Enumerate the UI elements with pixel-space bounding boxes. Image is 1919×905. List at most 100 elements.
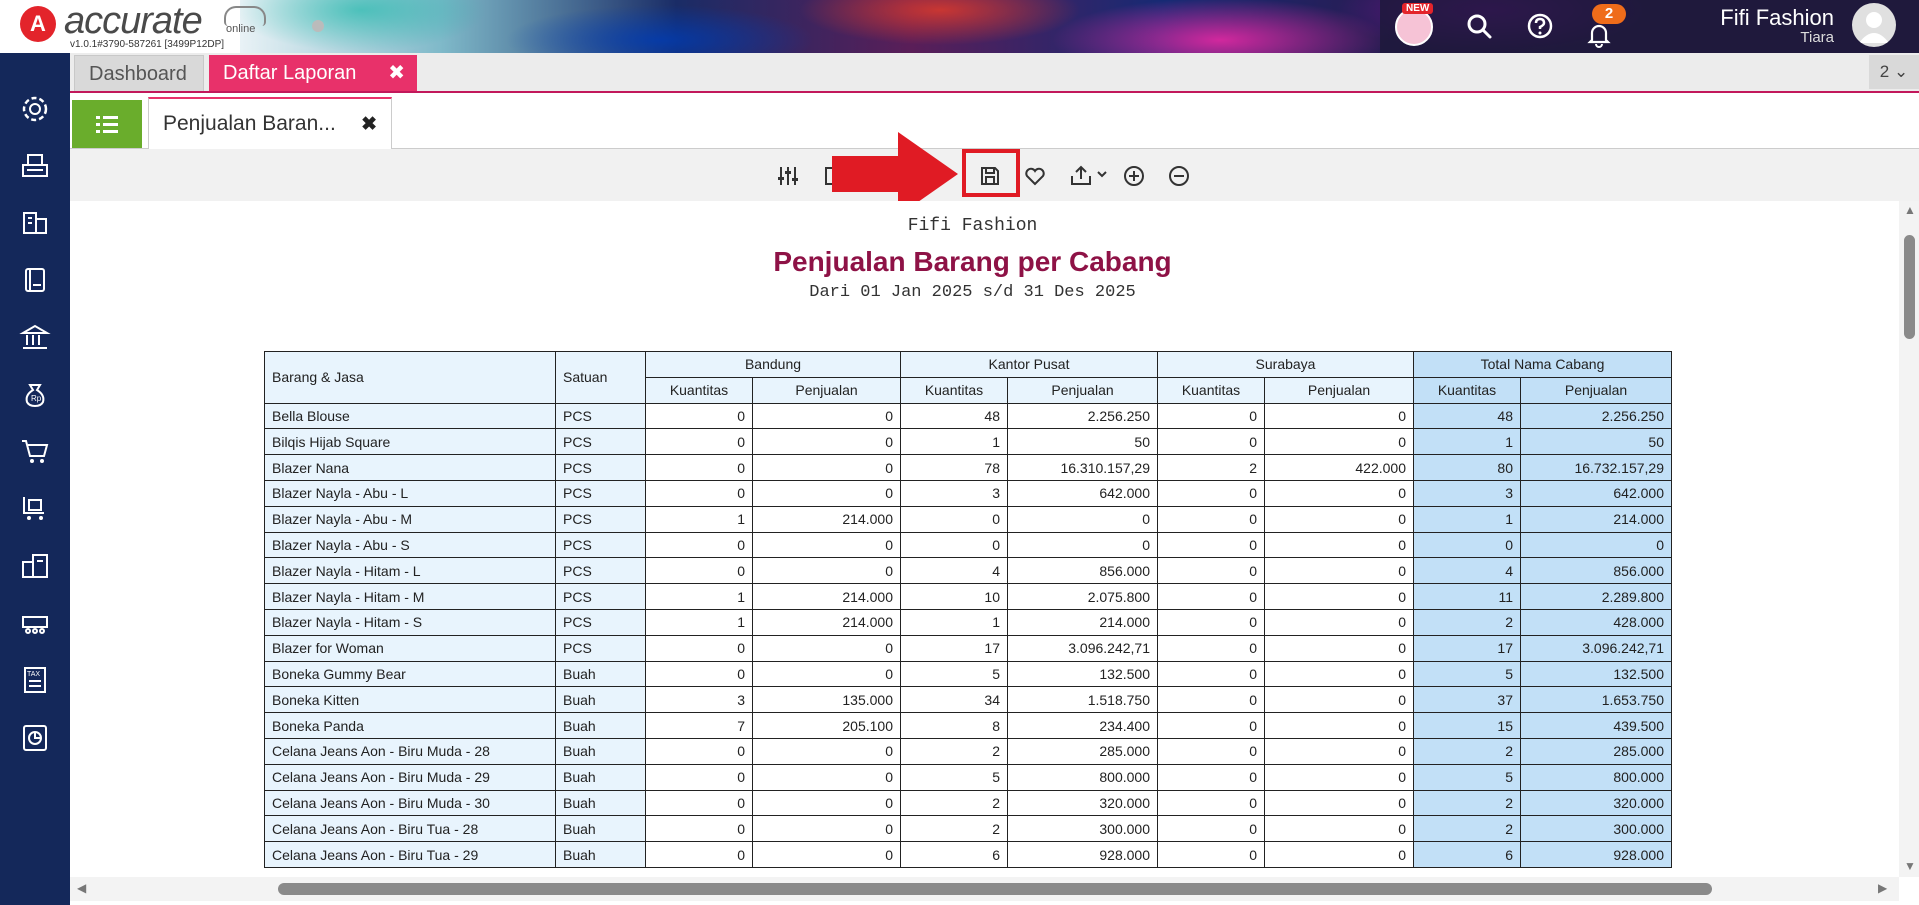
cell-total-qty: 5 — [1413, 660, 1521, 688]
tab-penjualan-barang[interactable]: Penjualan Baran... ✖ — [148, 97, 392, 149]
cell-unit: Buah — [555, 712, 646, 739]
report-company: Fifi Fashion — [907, 216, 1038, 236]
cell-total-qty: 2 — [1413, 789, 1521, 817]
tax-document-icon[interactable]: TAX — [16, 661, 54, 699]
cell-unit: Buah — [555, 660, 646, 688]
accurate-logo-icon[interactable]: A — [20, 6, 56, 42]
close-subtab-icon[interactable]: ✖ — [361, 113, 377, 136]
manufacturing-icon[interactable] — [16, 604, 54, 642]
company-name[interactable]: Fifi Fashion — [1720, 5, 1834, 31]
cell-qty: 0 — [1157, 737, 1265, 765]
report-list-button[interactable] — [72, 100, 142, 148]
table-row[interactable]: Celana Jeans Aon - Biru Muda - 29 Buah 0 0 5… — [264, 763, 1672, 791]
notification-bell-icon[interactable] — [1586, 22, 1612, 53]
tab-dashboard[interactable]: Dashboard — [74, 55, 204, 91]
logo-text: accurate — [64, 0, 203, 42]
table-row[interactable]: Blazer Nana PCS 0 0 78 16.310.157,29 2 422.000 8… — [264, 454, 1672, 481]
help-icon[interactable] — [1526, 12, 1554, 45]
cell-sales: 0 — [1264, 402, 1414, 430]
cell-unit: Buah — [555, 737, 646, 765]
cell-sales: 0 — [1264, 583, 1414, 610]
reports-chart-icon[interactable] — [16, 719, 54, 757]
user-avatar[interactable] — [1852, 3, 1896, 47]
column-header-branch[interactable]: Surabaya — [1157, 351, 1414, 378]
svg-text:TAX: TAX — [27, 671, 40, 678]
export-dropdown-icon[interactable] — [1068, 162, 1112, 190]
status-dot — [312, 20, 324, 32]
table-row[interactable]: Celana Jeans Aon - Biru Tua - 28 Buah 0 0 2 3… — [264, 815, 1672, 843]
cashier-icon[interactable] — [16, 146, 54, 184]
cell-unit: PCS — [555, 505, 646, 533]
cell-qty: 0 — [645, 634, 753, 662]
table-row[interactable]: Bilqis Hijab Square PCS 0 0 1 50 0 0 1 50 — [264, 428, 1672, 456]
table-row[interactable]: Boneka Kitten Buah 3 135.000 34 1.518.750 0 0 37… — [264, 686, 1672, 714]
table-row[interactable]: Blazer for Woman PCS 0 0 17 3.096.242,71 0 0 17 3… — [264, 634, 1672, 662]
cell-sales: 0 — [1007, 505, 1158, 533]
cell-qty: 0 — [1157, 583, 1265, 610]
ledger-book-icon[interactable] — [16, 261, 54, 299]
horizontal-scrollbar[interactable]: ◀ ▶ — [70, 877, 1899, 901]
zoom-in-icon[interactable] — [1120, 162, 1148, 190]
cell-total-sales: 132.500 — [1520, 660, 1672, 688]
table-row[interactable]: Blazer Nayla - Abu - L PCS 0 0 3 642.000 0 0 3 64… — [264, 479, 1672, 507]
table-row[interactable]: Celana Jeans Aon - Biru Muda - 28 Buah 0 0 2… — [264, 737, 1672, 765]
company-building-icon[interactable] — [16, 203, 54, 241]
cell-qty: 0 — [645, 479, 753, 507]
open-tabs-count-dropdown[interactable]: 2 ⌄ — [1869, 55, 1919, 89]
payment-bag-icon[interactable]: Rp — [16, 375, 54, 413]
user-name[interactable]: Tiara — [1800, 29, 1834, 46]
column-header-branch[interactable]: Kantor Pusat — [900, 351, 1158, 378]
table-row[interactable]: Celana Jeans Aon - Biru Muda - 30 Buah 0 0 2… — [264, 789, 1672, 817]
table-row[interactable]: Boneka Gummy Bear Buah 0 0 5 132.500 0 0 5 132.50… — [264, 660, 1672, 688]
inventory-warehouse-icon[interactable] — [16, 547, 54, 585]
cell-item-name: Blazer Nayla - Abu - L — [264, 479, 556, 507]
scroll-right-arrow-icon[interactable]: ▶ — [1878, 881, 1887, 895]
table-row[interactable]: Bella Blouse PCS 0 0 48 2.256.250 0 0 48 2.256.25… — [264, 402, 1672, 430]
cell-sales: 0 — [752, 789, 901, 817]
close-tab-icon[interactable]: ✖ — [388, 55, 405, 91]
cell-sales: 132.500 — [1007, 660, 1158, 688]
bank-icon[interactable] — [16, 318, 54, 356]
column-header-unit[interactable]: Satuan — [555, 351, 646, 404]
cell-sales: 0 — [752, 557, 901, 585]
cell-sales: 0 — [752, 815, 901, 843]
column-header-total[interactable]: Total Nama Cabang — [1413, 351, 1672, 378]
cell-item-name: Blazer Nana — [264, 454, 556, 481]
table-row[interactable]: Blazer Nayla - Hitam - S PCS 1 214.000 1 214.… — [264, 608, 1672, 636]
cell-sales: 0 — [752, 763, 901, 791]
filter-settings-icon[interactable] — [774, 162, 802, 190]
cell-item-name: Blazer Nayla - Abu - M — [264, 505, 556, 533]
cell-unit: PCS — [555, 454, 646, 481]
column-header-branch[interactable]: Bandung — [645, 351, 901, 378]
tab-daftar-laporan[interactable]: Daftar Laporan ✖ — [209, 55, 417, 91]
cell-item-name: Celana Jeans Aon - Biru Muda - 29 — [264, 763, 556, 791]
cell-sales: 0 — [1264, 608, 1414, 636]
horizontal-scroll-thumb[interactable] — [278, 883, 1712, 895]
vertical-scroll-thumb[interactable] — [1904, 235, 1915, 339]
column-header-item[interactable]: Barang & Jasa — [264, 351, 556, 404]
settings-gear-icon[interactable] — [16, 90, 54, 128]
scroll-down-arrow-icon[interactable]: ▼ — [1904, 859, 1916, 873]
purchase-cart-icon[interactable] — [16, 489, 54, 527]
vertical-scrollbar[interactable]: ▲ ▼ — [1899, 201, 1919, 877]
zoom-out-icon[interactable] — [1165, 162, 1193, 190]
table-row[interactable]: Blazer Nayla - Hitam - M PCS 1 214.000 10 2.0… — [264, 583, 1672, 610]
cell-item-name: Boneka Kitten — [264, 686, 556, 714]
table-row[interactable]: Boneka Panda Buah 7 205.100 8 234.400 0 0 15 439.… — [264, 712, 1672, 739]
table-row[interactable]: Celana Jeans Aon - Biru Tua - 29 Buah 0 0 6 9… — [264, 841, 1672, 868]
table-row[interactable]: Blazer Nayla - Hitam - L PCS 0 0 4 856.000 0 0 4… — [264, 557, 1672, 585]
cell-item-name: Boneka Gummy Bear — [264, 660, 556, 688]
cell-qty: 0 — [1157, 479, 1265, 507]
table-row[interactable]: Blazer Nayla - Abu - M PCS 1 214.000 0 0 0 0 1 21… — [264, 505, 1672, 533]
scroll-up-arrow-icon[interactable]: ▲ — [1904, 203, 1916, 217]
cell-sales: 0 — [752, 454, 901, 481]
cell-sales: 0 — [752, 737, 901, 765]
table-row[interactable]: Blazer Nayla - Abu - S PCS 0 0 0 0 0 0 0 0 — [264, 531, 1672, 559]
cell-total-qty: 11 — [1413, 583, 1521, 610]
cell-qty: 7 — [645, 712, 753, 739]
favorite-heart-icon[interactable] — [1021, 162, 1049, 190]
scroll-left-arrow-icon[interactable]: ◀ — [77, 881, 86, 895]
sales-cart-icon[interactable] — [16, 432, 54, 470]
cell-qty: 0 — [1157, 841, 1265, 868]
search-icon[interactable] — [1465, 12, 1493, 45]
